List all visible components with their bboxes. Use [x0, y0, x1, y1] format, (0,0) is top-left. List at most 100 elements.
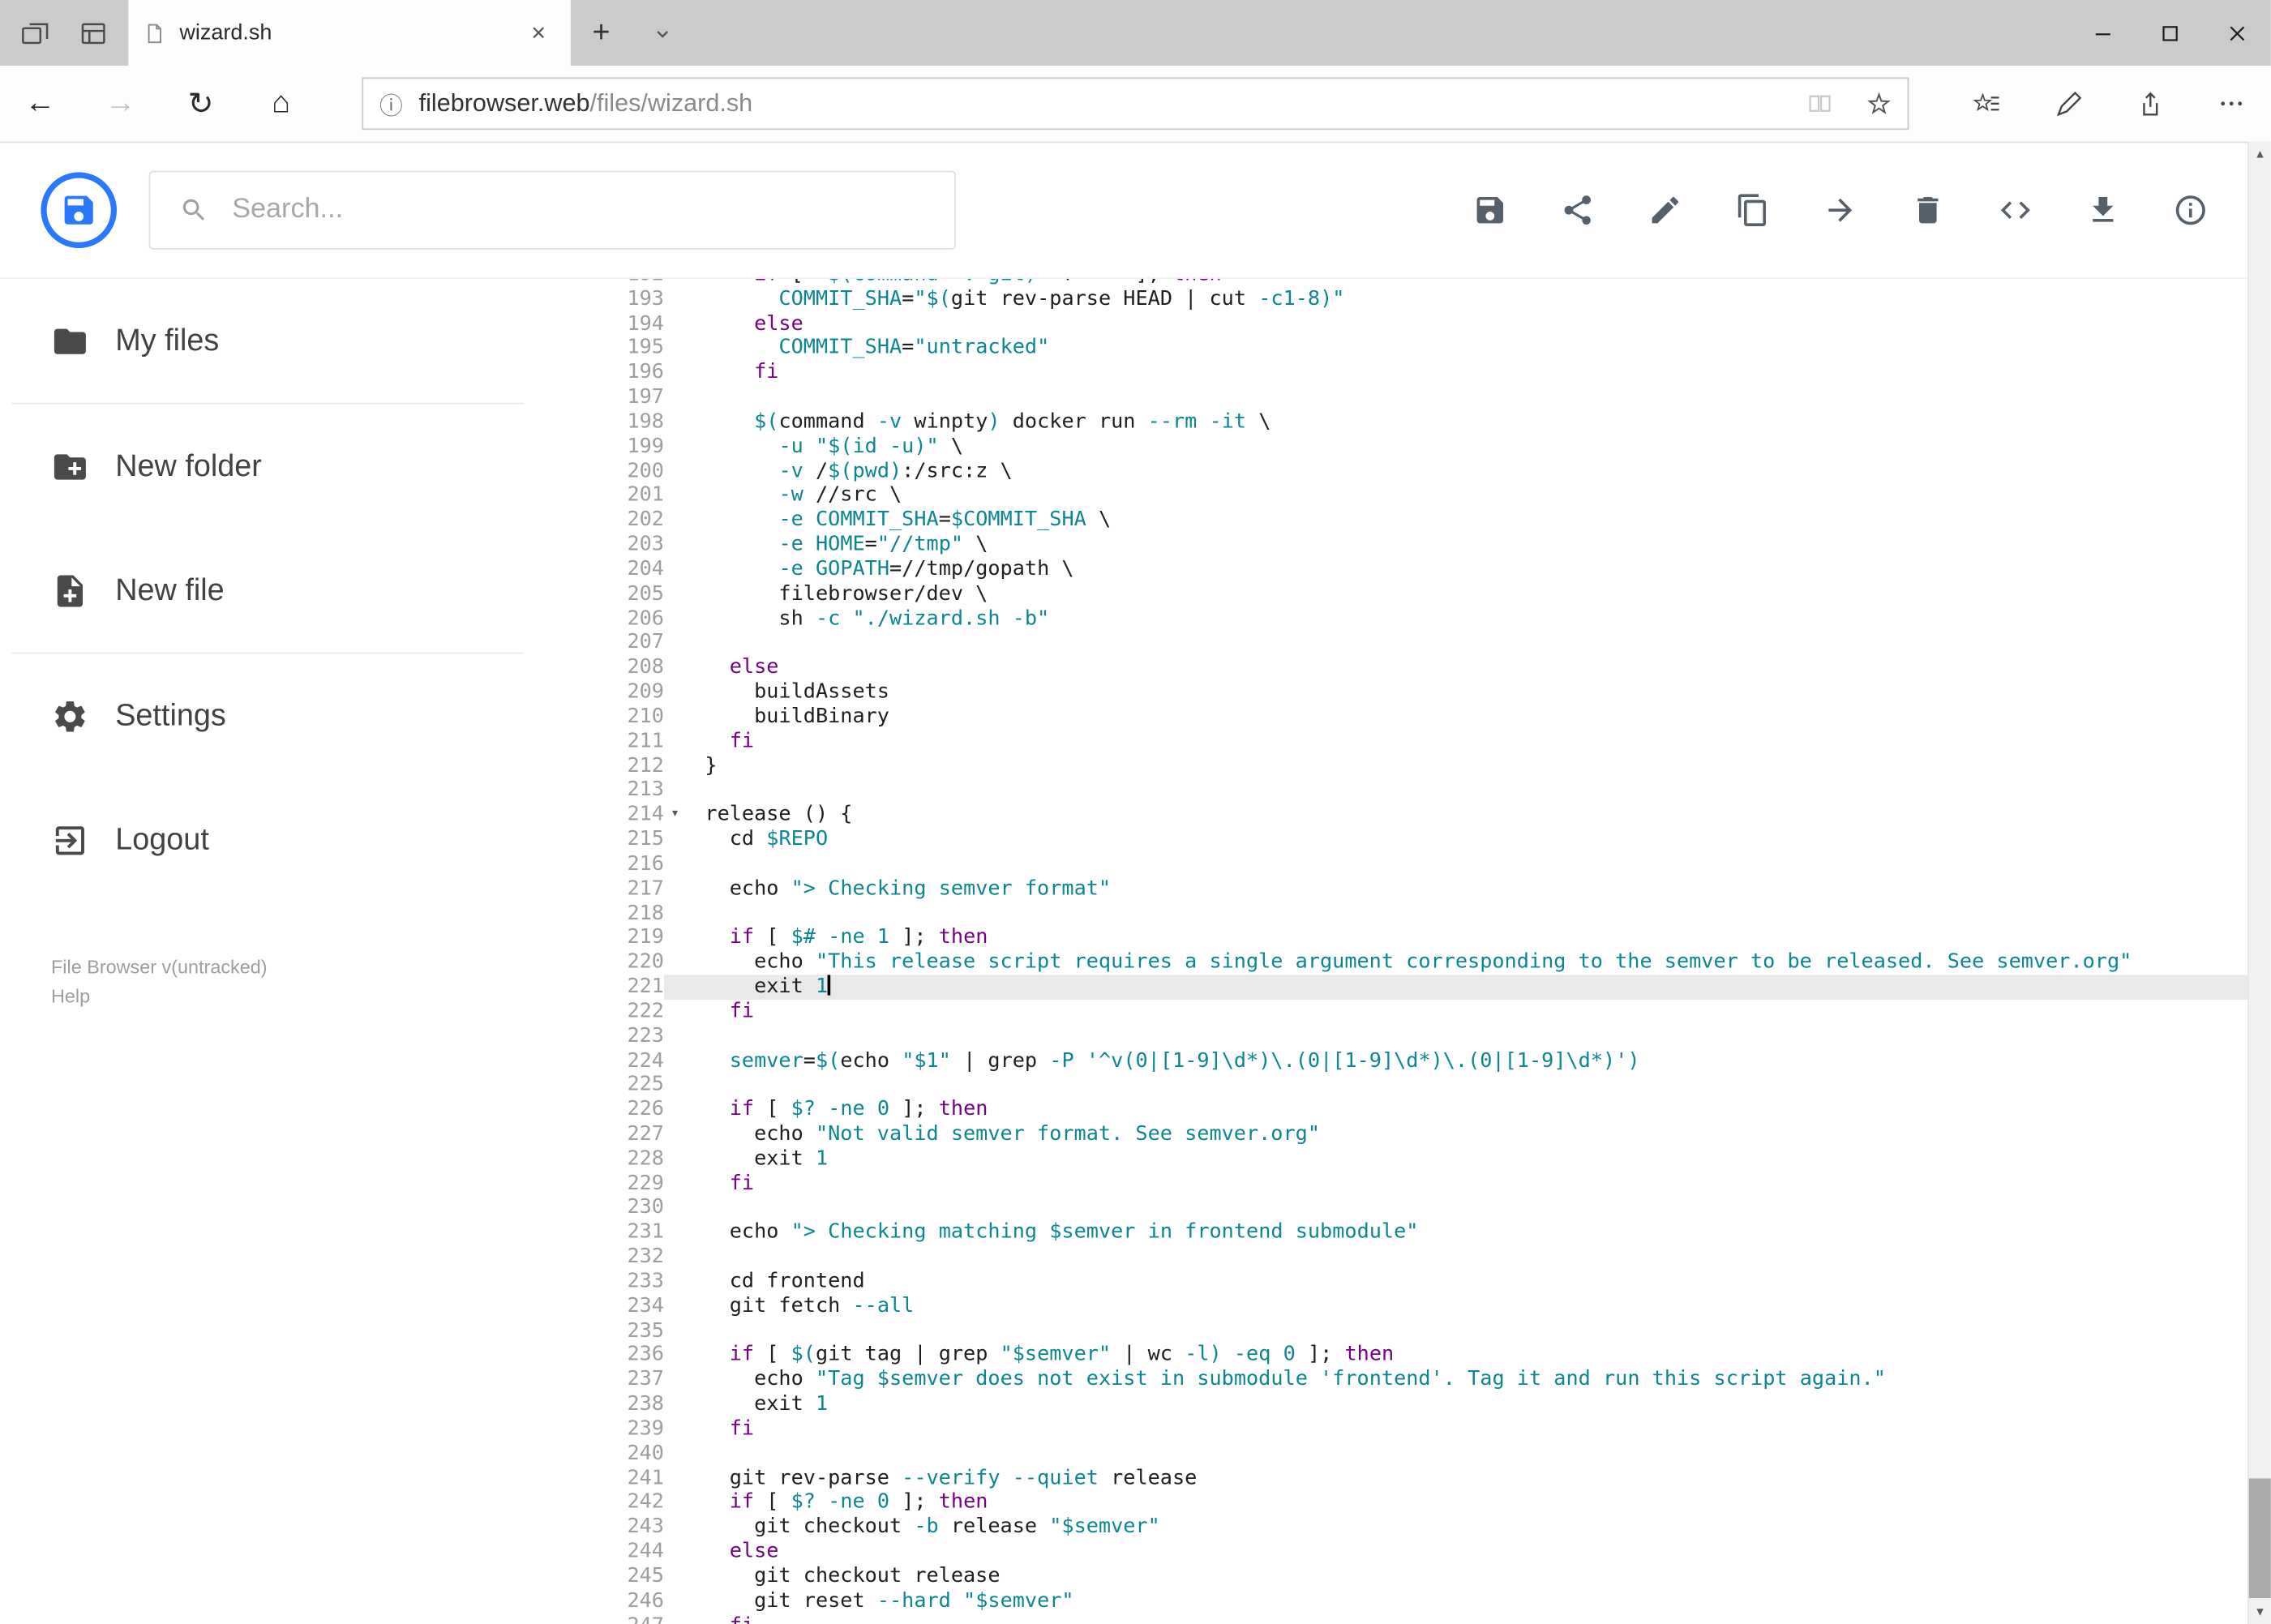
code-line-text[interactable]: echo "Not valid semver format. See semve… — [686, 1122, 2247, 1146]
code-line-text[interactable]: fi — [686, 1172, 2247, 1196]
code-line-text[interactable] — [686, 1442, 2247, 1466]
code-line-text[interactable]: exit 1 — [686, 1146, 2247, 1171]
code-line-text[interactable]: else — [686, 1540, 2247, 1564]
favorite-star-icon[interactable] — [1849, 90, 1908, 118]
code-line-text[interactable]: exit 1 — [686, 1392, 2247, 1416]
code-line-text[interactable]: fi — [686, 361, 2247, 385]
code-line-text[interactable] — [686, 1073, 2247, 1098]
sidebar-item-new-folder[interactable]: New folder — [0, 405, 606, 529]
code-line-text[interactable]: -e HOME="//tmp" \ — [686, 533, 2247, 557]
info-button[interactable] — [2173, 193, 2208, 228]
code-line-text[interactable] — [686, 778, 2247, 803]
code-line-text[interactable]: semver=$(echo "$1" | grep -P '^v(0|[1-9]… — [686, 1048, 2247, 1073]
code-line-text[interactable]: echo "Tag $semver does not exist in subm… — [686, 1368, 2247, 1392]
code-line-text[interactable]: fi — [686, 730, 2247, 754]
code-line-text[interactable]: fi — [686, 1000, 2247, 1024]
back-icon[interactable]: ← — [0, 71, 80, 135]
scroll-up-icon[interactable]: ▲ — [2249, 142, 2271, 167]
code-line-text[interactable] — [686, 1245, 2247, 1270]
scroll-down-icon[interactable]: ▼ — [2249, 1599, 2271, 1624]
code-button[interactable] — [1998, 193, 2033, 228]
code-line-text[interactable]: echo "This release script requires a sin… — [686, 950, 2247, 975]
scrollbar[interactable]: ▲ ▼ — [2247, 141, 2271, 1624]
search-box[interactable] — [148, 170, 957, 250]
download-button[interactable] — [2085, 193, 2120, 228]
favorites-hub-icon[interactable] — [1953, 71, 2020, 135]
code-line-text[interactable]: if [ "$(command -v git)" != "" ]; then — [686, 279, 2247, 287]
code-line-text[interactable]: else — [686, 656, 2247, 680]
code-line-text[interactable]: git fetch --all — [686, 1294, 2247, 1318]
refresh-icon[interactable]: ↻ — [161, 71, 241, 135]
code-line-text[interactable]: cd $REPO — [686, 828, 2247, 852]
code-line-text[interactable]: filebrowser/dev \ — [686, 582, 2247, 606]
code-line-text[interactable]: exit 1 — [686, 975, 2247, 999]
code-line-text[interactable]: echo "> Checking matching $semver in fro… — [686, 1220, 2247, 1245]
code-line-text[interactable]: git rev-parse --verify --quiet release — [686, 1466, 2247, 1490]
move-button[interactable] — [1823, 193, 1858, 228]
code-line-text[interactable]: -e COMMIT_SHA=$COMMIT_SHA \ — [686, 508, 2247, 533]
code-line-text[interactable]: fi — [686, 1417, 2247, 1442]
tab-preview-chevron-icon[interactable] — [632, 0, 693, 66]
address-bar[interactable]: ⓘ filebrowser.web/files/wizard.sh — [362, 77, 1909, 131]
code-line-text[interactable]: echo "> Checking semver format" — [686, 876, 2247, 901]
code-line-text[interactable] — [686, 1024, 2247, 1048]
site-info-icon[interactable]: ⓘ — [363, 86, 418, 121]
code-line-text[interactable]: $(command -v winpty) docker run --rm -it… — [686, 410, 2247, 435]
more-settings-icon[interactable] — [2198, 71, 2265, 135]
minimize-button[interactable] — [2070, 0, 2137, 66]
sidebar-item-settings[interactable]: Settings — [0, 653, 606, 778]
forward-icon[interactable]: → — [80, 71, 161, 135]
code-line-text[interactable]: cd frontend — [686, 1270, 2247, 1294]
code-line-text[interactable]: } — [686, 754, 2247, 778]
code-line-text[interactable]: buildBinary — [686, 705, 2247, 729]
code-line-text[interactable] — [686, 1196, 2247, 1220]
share-button[interactable] — [1560, 193, 1595, 228]
code-line-text[interactable]: sh -c "./wizard.sh -b" — [686, 606, 2247, 631]
code-line-text[interactable]: fi — [686, 1613, 2247, 1624]
set-tabs-aside-icon[interactable] — [16, 14, 54, 52]
code-line-text[interactable]: git checkout release — [686, 1564, 2247, 1588]
code-line-text[interactable]: if [ $(git tag | grep "$semver" | wc -l)… — [686, 1343, 2247, 1368]
code-line-text[interactable] — [686, 1318, 2247, 1343]
code-editor[interactable]: 192 if [ "$(command -v git)" != "" ]; th… — [606, 278, 2247, 1624]
edit-button[interactable] — [1648, 193, 1682, 228]
sidebar-item-new-file[interactable]: New file — [0, 529, 606, 653]
code-line-text[interactable] — [686, 385, 2247, 409]
tabs-you-set-aside-icon[interactable] — [75, 14, 113, 52]
code-line-text[interactable]: buildAssets — [686, 680, 2247, 705]
filebrowser-logo[interactable] — [41, 172, 118, 248]
delete-button[interactable] — [1910, 193, 1945, 228]
save-button[interactable] — [1472, 193, 1507, 228]
copy-button[interactable] — [1735, 193, 1770, 228]
code-line-text[interactable]: else — [686, 312, 2247, 336]
code-line-text[interactable]: git reset --hard "$semver" — [686, 1589, 2247, 1613]
scrollbar-thumb[interactable] — [2248, 1478, 2271, 1598]
browser-tab[interactable]: wizard.sh × — [128, 0, 571, 66]
code-line-text[interactable]: if [ $? -ne 0 ]; then — [686, 1491, 2247, 1515]
code-line-text[interactable]: -e GOPATH=//tmp/gopath \ — [686, 557, 2247, 581]
tab-close-icon[interactable]: × — [521, 19, 556, 48]
fold-arrow-icon[interactable]: ▾ — [664, 803, 686, 827]
sidebar-item-my-files[interactable]: My files — [0, 279, 606, 403]
share-icon[interactable] — [2116, 71, 2183, 135]
maximize-button[interactable] — [2136, 0, 2204, 66]
url-text[interactable]: filebrowser.web/files/wizard.sh — [419, 89, 1791, 118]
code-line-text[interactable] — [686, 631, 2247, 655]
code-line-text[interactable]: COMMIT_SHA="untracked" — [686, 336, 2247, 361]
code-line-text[interactable]: if [ $# -ne 1 ]; then — [686, 926, 2247, 950]
code-line-text[interactable]: git checkout -b release "$semver" — [686, 1515, 2247, 1540]
web-note-pen-icon[interactable] — [2034, 71, 2102, 135]
code-line-text[interactable]: release () { — [686, 803, 2247, 827]
code-line-text[interactable]: COMMIT_SHA="$(git rev-parse HEAD | cut -… — [686, 287, 2247, 311]
code-line-text[interactable] — [686, 852, 2247, 876]
close-button[interactable] — [2204, 0, 2271, 66]
sidebar-item-logout[interactable]: Logout — [0, 778, 606, 902]
search-input[interactable] — [229, 192, 955, 228]
new-tab-button[interactable]: + — [571, 0, 632, 66]
code-line-text[interactable]: -w //src \ — [686, 484, 2247, 508]
code-line-text[interactable]: -u "$(id -u)" \ — [686, 435, 2247, 459]
code-line-text[interactable]: -v /$(pwd):/src:z \ — [686, 459, 2247, 483]
home-icon[interactable]: ⌂ — [241, 71, 321, 135]
code-line-text[interactable] — [686, 902, 2247, 926]
help-link[interactable]: Help — [51, 982, 268, 1011]
